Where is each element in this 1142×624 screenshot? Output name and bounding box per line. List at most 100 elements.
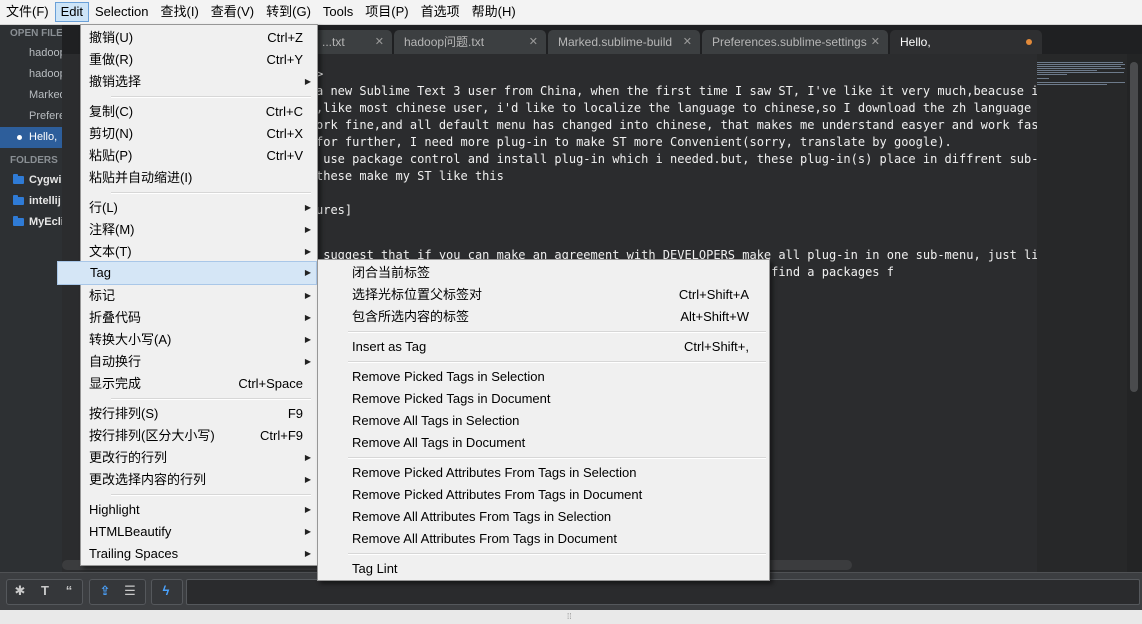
menu-selection[interactable]: Selection — [89, 2, 154, 22]
menu-item-convert-case[interactable]: 转换大小写(A) ▶ — [83, 329, 315, 351]
menu-item-htmlbeautify[interactable]: HTMLBeautify ▶ — [83, 521, 315, 543]
sidebar-folder[interactable]: intellij — [0, 191, 62, 212]
wrap-icon[interactable]: ⇪ — [93, 580, 117, 602]
menu-bar: 文件(F) Edit Selection 查找(I) 查看(V) 转到(G) T… — [0, 0, 1142, 25]
menu-item-paste[interactable]: 粘贴(P) Ctrl+V — [83, 145, 315, 167]
submenu-arrow-icon: ▶ — [304, 527, 311, 536]
menu-find[interactable]: 查找(I) — [155, 2, 205, 22]
menu-item-insert-as-tag[interactable]: Insert as Tag Ctrl+Shift+, — [320, 336, 767, 358]
sidebar-file[interactable]: hadoop问题.txt — [0, 43, 62, 64]
menu-file[interactable]: 文件(F) — [0, 2, 55, 22]
sidebar-file[interactable]: hadoop问题.txt — [0, 64, 62, 85]
tab[interactable]: Marked.sublime-build ✕ — [548, 30, 700, 54]
menu-item-remove-picked-attrs-selection[interactable]: Remove Picked Attributes From Tags in Se… — [320, 462, 767, 484]
menu-item-bookmarks[interactable]: 标记 ▶ — [83, 285, 315, 307]
find-input[interactable] — [186, 579, 1140, 605]
menu-view[interactable]: 查看(V) — [205, 2, 260, 22]
menu-item-close-tag[interactable]: 闭合当前标签 — [320, 262, 767, 284]
menu-item-trailing-spaces[interactable]: Trailing Spaces ▶ — [83, 543, 315, 565]
menu-item-remove-picked-tags-selection[interactable]: Remove Picked Tags in Selection — [320, 366, 767, 388]
dirty-dot-icon[interactable] — [1026, 39, 1032, 45]
tab-active[interactable]: Hello, — [890, 30, 1042, 54]
menu-item-undo-selection[interactable]: 撤销选择 ▶ — [83, 71, 315, 93]
menu-item-text[interactable]: 文本(T) ▶ — [83, 241, 315, 263]
minimap-line — [1037, 70, 1097, 71]
quote-icon[interactable]: “ — [57, 580, 81, 602]
menu-tools[interactable]: Tools — [317, 2, 359, 22]
menu-item-copy[interactable]: 复制(C) Ctrl+C — [83, 101, 315, 123]
menu-item-remove-picked-tags-document[interactable]: Remove Picked Tags in Document — [320, 388, 767, 410]
sidebar-folder[interactable]: Cygwin — [0, 170, 62, 191]
minimap[interactable] — [1037, 54, 1127, 572]
menu-item-label: 重做(R) — [89, 52, 134, 67]
menu-item-label: Remove All Attributes From Tags in Docum… — [352, 531, 617, 546]
close-icon[interactable]: ✕ — [375, 30, 384, 54]
menu-item-remove-all-tags-selection[interactable]: Remove All Tags in Selection — [320, 410, 767, 432]
text-icon[interactable]: T — [33, 580, 57, 602]
menu-edit[interactable]: Edit — [54, 2, 90, 22]
asterisk-icon[interactable]: ✱ — [8, 580, 32, 602]
menu-item-label: Trailing Spaces — [89, 546, 179, 561]
bolt-icon[interactable]: ϟ — [154, 580, 178, 602]
menu-item-label: Remove Picked Tags in Selection — [352, 369, 545, 384]
menu-item-remove-all-attrs-selection[interactable]: Remove All Attributes From Tags in Selec… — [320, 506, 767, 528]
menu-preferences[interactable]: 首选项 — [415, 2, 466, 22]
menu-item-tag-lint[interactable]: Tag Lint — [320, 558, 767, 580]
close-icon[interactable]: ✕ — [529, 30, 538, 54]
sidebar-file[interactable]: Marked.sublime-build — [0, 85, 62, 106]
list-icon[interactable]: ☰ — [118, 580, 142, 602]
menu-item-wrap[interactable]: 自动换行 ▶ — [83, 351, 315, 373]
sidebar-folder-label: MyEclipse — [29, 216, 62, 228]
sidebar-file[interactable]: Preferences.sublime-settings — [0, 106, 62, 127]
menu-item-sort-lines[interactable]: 按行排列(S) F9 — [83, 403, 315, 425]
menu-item-label: HTMLBeautify — [89, 524, 172, 539]
menu-item-remove-all-tags-document[interactable]: Remove All Tags in Document — [320, 432, 767, 454]
menu-project[interactable]: 项目(P) — [359, 2, 414, 22]
menu-item-show-completions[interactable]: 显示完成 Ctrl+Space — [83, 373, 315, 395]
menu-item-code-folding[interactable]: 折叠代码 ▶ — [83, 307, 315, 329]
menu-separator — [111, 192, 311, 194]
menu-help[interactable]: 帮助(H) — [466, 2, 522, 22]
open-files-header: OPEN FILES — [10, 28, 62, 39]
minimap-line — [1037, 72, 1124, 73]
menu-item-cut[interactable]: 剪切(N) Ctrl+X — [83, 123, 315, 145]
close-icon[interactable]: ✕ — [871, 30, 880, 54]
menu-goto[interactable]: 转到(G) — [260, 2, 317, 22]
menu-item-redo[interactable]: 重做(R) Ctrl+Y — [83, 49, 315, 71]
tab[interactable]: hadoop问题.txt ✕ — [394, 30, 546, 54]
menu-item-shortcut: Ctrl+X — [266, 126, 303, 141]
menu-item-sort-lines-case[interactable]: 按行排列(区分大小写) Ctrl+F9 — [83, 425, 315, 447]
tab[interactable]: Preferences.sublime-settings ✕ — [702, 30, 888, 54]
resize-grip-icon[interactable]: ⁞⁞ — [567, 613, 575, 621]
menu-item-remove-all-attrs-document[interactable]: Remove All Attributes From Tags in Docum… — [320, 528, 767, 550]
tab-label: Preferences.sublime-settings — [712, 35, 867, 49]
submenu-arrow-icon: ▶ — [304, 291, 311, 300]
menu-item-wrap-tag[interactable]: 包含所选内容的标签 Alt+Shift+W — [320, 306, 767, 328]
menu-item-permute-selections[interactable]: 更改选择内容的行列 ▶ — [83, 469, 315, 491]
menu-separator — [111, 96, 311, 98]
menu-item-permute-lines[interactable]: 更改行的行列 ▶ — [83, 447, 315, 469]
menu-item-expand-tag[interactable]: 选择光标位置父标签对 Ctrl+Shift+A — [320, 284, 767, 306]
menu-item-label: 粘贴(P) — [89, 148, 133, 163]
sidebar-file-selected[interactable]: Hello, — [0, 127, 62, 148]
folder-icon — [13, 195, 24, 205]
close-icon[interactable]: ✕ — [683, 30, 692, 54]
menu-item-label: 注释(M) — [89, 222, 135, 237]
menu-item-comment[interactable]: 注释(M) ▶ — [83, 219, 315, 241]
menu-item-label: 转换大小写(A) — [89, 332, 172, 347]
tab-label: Hello, — [900, 35, 931, 49]
minimap-line — [1037, 74, 1067, 75]
menu-item-tag[interactable]: Tag ▶ — [57, 261, 317, 285]
code-line: these make my ST like this — [316, 169, 504, 183]
tag-submenu: 闭合当前标签 选择光标位置父标签对 Ctrl+Shift+A 包含所选内容的标签… — [317, 259, 770, 581]
scrollbar-thumb[interactable] — [1130, 62, 1138, 392]
minimap-line — [1037, 66, 1121, 67]
menu-item-highlight[interactable]: Highlight ▶ — [83, 499, 315, 521]
menu-item-paste-indent[interactable]: 粘贴并自动缩进(I) — [83, 167, 315, 189]
menu-item-undo[interactable]: 撤销(U) Ctrl+Z — [83, 27, 315, 49]
menu-separator — [111, 494, 311, 496]
minimap-line — [1037, 82, 1125, 83]
menu-item-line[interactable]: 行(L) ▶ — [83, 197, 315, 219]
sidebar-folder[interactable]: MyEclipse — [0, 212, 62, 233]
menu-item-remove-picked-attrs-document[interactable]: Remove Picked Attributes From Tags in Do… — [320, 484, 767, 506]
